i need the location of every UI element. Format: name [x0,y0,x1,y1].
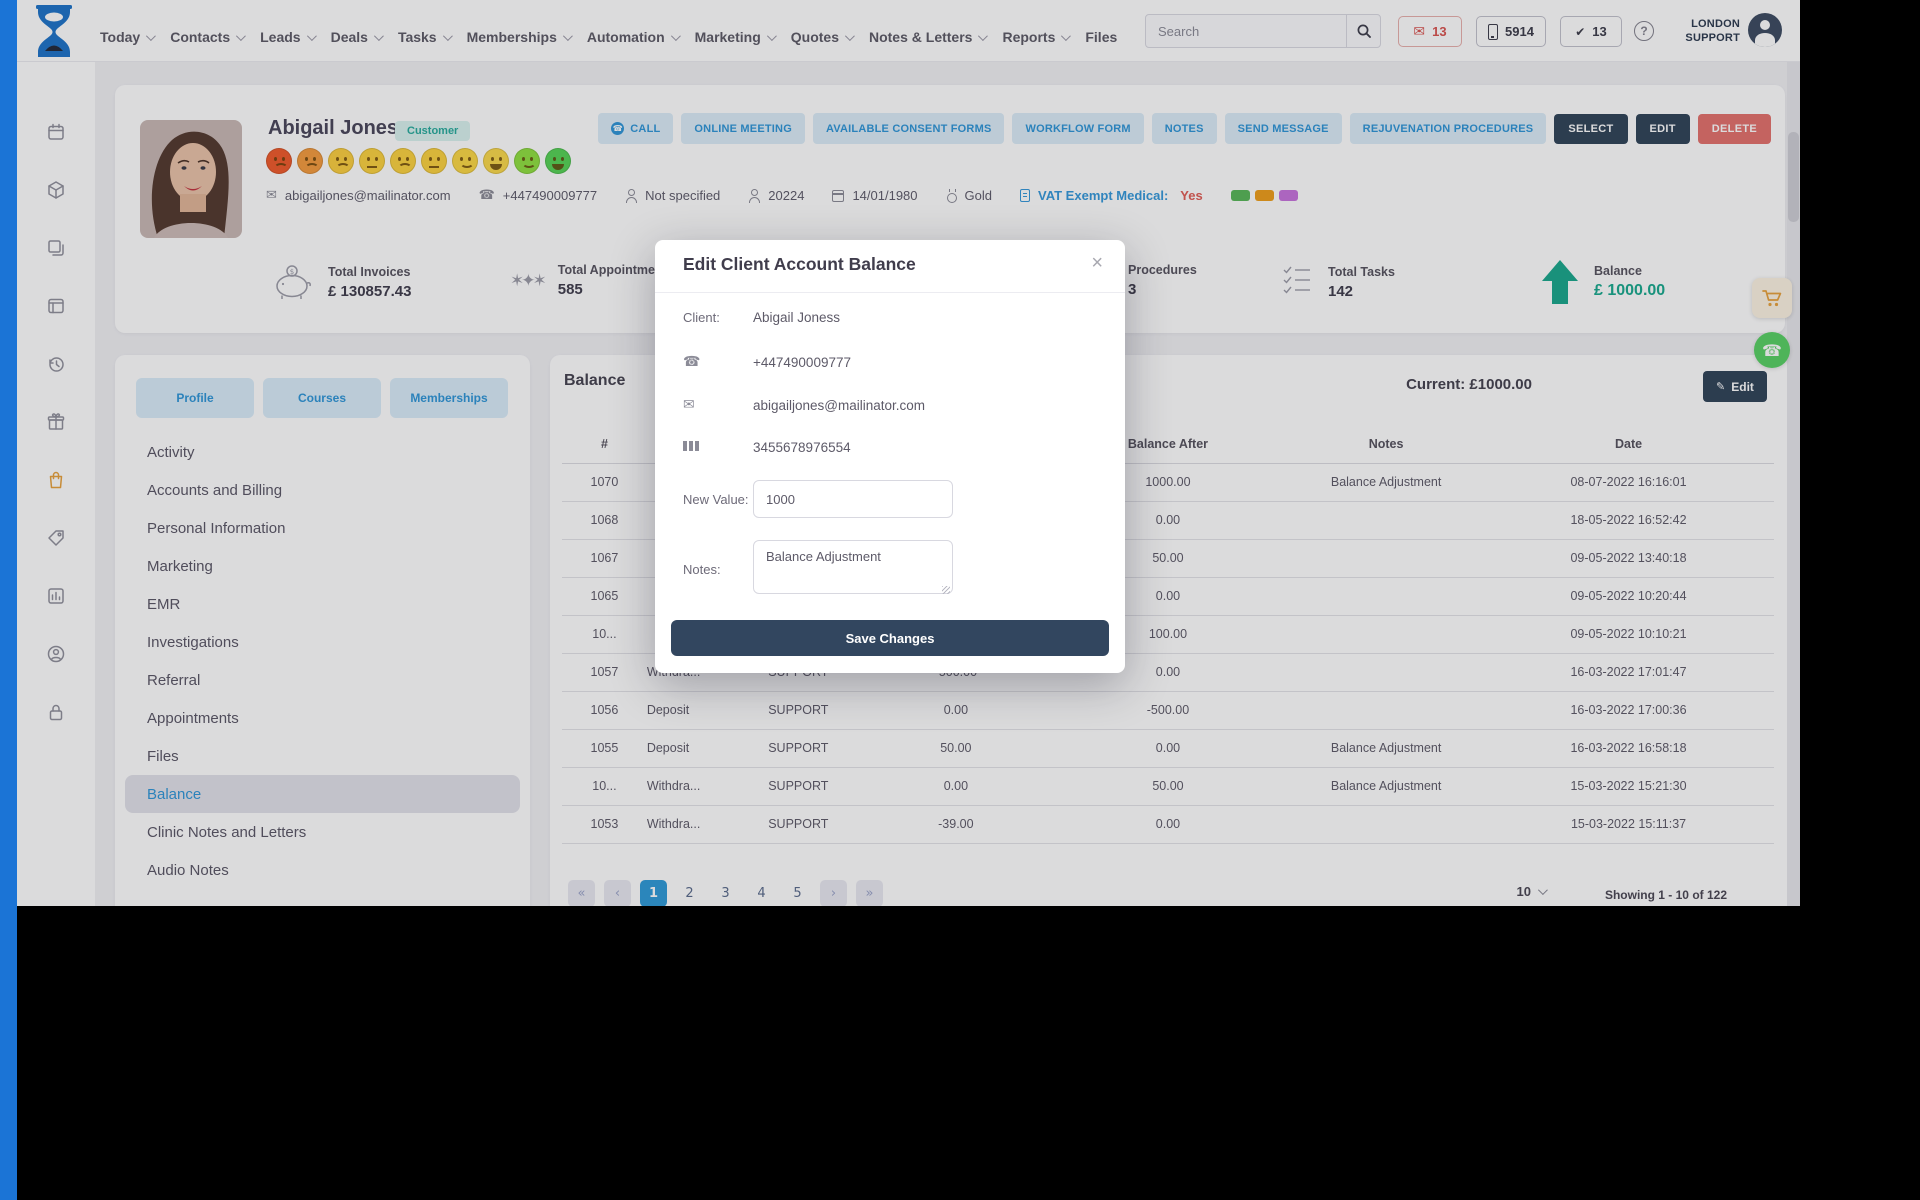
modal-new-value-row: New Value: [683,480,1097,518]
new-value-label: New Value: [683,492,753,507]
modal-card-row: 3455678976554 [683,439,1097,455]
modal-title: Edit Client Account Balance [683,254,916,275]
card-number-value: 3455678976554 [753,440,851,455]
phone-icon: ☎ [683,354,753,370]
screen: Today Contacts Leads Deals [0,0,1920,1200]
screen-edge-accent [0,0,17,1200]
modal-client-row: Client: Abigail Joness [683,310,1097,325]
client-value: Abigail Joness [753,310,840,325]
modal-notes-row: Notes: Balance Adjustment [683,540,1097,599]
new-value-input[interactable] [753,480,953,518]
envelope-icon: ✉ [683,397,753,413]
modal-phone-row: ☎ +447490009777 [683,354,1097,370]
app-window: Today Contacts Leads Deals [0,0,1800,906]
client-label: Client: [683,310,753,325]
notes-textarea[interactable]: Balance Adjustment [753,540,953,594]
close-icon[interactable]: × [1091,252,1103,275]
email-value: abigailjones@mailinator.com [753,398,925,413]
modal-divider [655,292,1125,293]
modal-email-row: ✉ abigailjones@mailinator.com [683,397,1097,413]
save-changes-button[interactable]: Save Changes [671,620,1109,656]
phone-value: +447490009777 [753,355,851,370]
card-icon [683,439,753,455]
edit-balance-modal: Edit Client Account Balance × Client: Ab… [655,240,1125,673]
notes-label: Notes: [683,562,753,577]
